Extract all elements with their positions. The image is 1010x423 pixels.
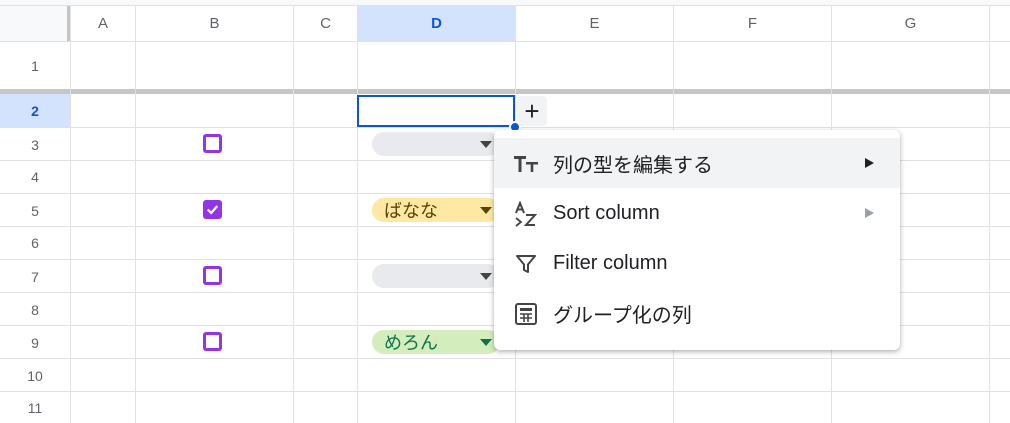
text-type-icon <box>512 150 540 178</box>
column-header-g[interactable]: G <box>832 5 989 41</box>
gridline <box>0 391 1010 392</box>
dropdown-arrow-icon <box>480 141 492 148</box>
row-header-11[interactable]: 11 <box>0 392 70 423</box>
filter-icon <box>512 250 540 278</box>
selected-cell-d2[interactable] <box>357 95 515 127</box>
dropdown-chip-d9[interactable]: めろん <box>372 330 500 354</box>
column-header-b[interactable]: B <box>136 5 293 41</box>
gridline <box>70 5 71 423</box>
menu-item-group-by-column[interactable]: グループ化の列 <box>494 288 900 338</box>
row-header-1[interactable]: 1 <box>0 42 70 89</box>
dropdown-arrow-icon <box>480 339 492 346</box>
checkbox-b9[interactable] <box>203 332 222 351</box>
row-header-6[interactable]: 6 <box>0 227 70 259</box>
chip-label: ばなな <box>384 201 438 221</box>
sort-az-icon <box>512 200 540 228</box>
freeze-handle-horizontal[interactable] <box>0 89 1010 94</box>
menu-item-edit-column-type[interactable]: 列の型を編集する <box>494 138 900 188</box>
checkbox-b7[interactable] <box>203 266 222 285</box>
gridline <box>989 5 990 423</box>
gridline <box>357 5 358 423</box>
gridline <box>135 5 136 423</box>
column-header-f[interactable]: F <box>674 5 831 41</box>
dropdown-chip-d7[interactable] <box>372 264 500 288</box>
row-header-4[interactable]: 4 <box>0 161 70 193</box>
dropdown-arrow-icon <box>480 207 492 214</box>
menu-item-label: グループ化の列 <box>553 304 692 327</box>
submenu-arrow-icon <box>865 208 874 218</box>
row-header-8[interactable]: 8 <box>0 293 70 326</box>
submenu-arrow-icon <box>865 158 874 168</box>
checkmark-icon <box>206 205 219 215</box>
dropdown-arrow-icon <box>480 273 492 280</box>
column-header-d[interactable]: D <box>358 5 515 41</box>
menu-item-filter-column[interactable]: Filter column <box>494 238 900 288</box>
row-header-9[interactable]: 9 <box>0 326 70 359</box>
checkbox-b5[interactable] <box>203 200 222 219</box>
gridline <box>293 5 294 423</box>
column-header-c[interactable]: C <box>294 5 357 41</box>
dropdown-chip-d3[interactable] <box>372 132 500 156</box>
row-header-10[interactable]: 10 <box>0 359 70 392</box>
row-header-7[interactable]: 7 <box>0 260 70 293</box>
chip-label: めろん <box>384 333 438 353</box>
add-button[interactable]: + <box>517 96 547 126</box>
gridline <box>0 127 1010 128</box>
menu-item-sort-column[interactable]: Sort column <box>494 188 900 238</box>
row-header-3[interactable]: 3 <box>0 128 70 161</box>
menu-item-label: 列の型を編集する <box>553 154 713 177</box>
row-header-5[interactable]: 5 <box>0 194 70 227</box>
checkbox-b3[interactable] <box>203 134 222 153</box>
gridline <box>0 358 1010 359</box>
row-header-2[interactable]: 2 <box>0 94 70 127</box>
group-table-icon <box>512 300 540 328</box>
menu-item-label: Sort column <box>553 201 660 224</box>
menu-item-label: Filter column <box>553 251 668 274</box>
gridline <box>0 41 1010 42</box>
select-all-corner[interactable] <box>0 5 70 41</box>
gridline <box>0 5 1010 6</box>
column-context-menu: 列の型を編集する Sort column Filter column グループ化… <box>494 130 900 350</box>
column-header-a[interactable]: A <box>71 5 135 41</box>
column-header-e[interactable]: E <box>516 5 673 41</box>
dropdown-chip-d5[interactable]: ばなな <box>372 198 500 222</box>
